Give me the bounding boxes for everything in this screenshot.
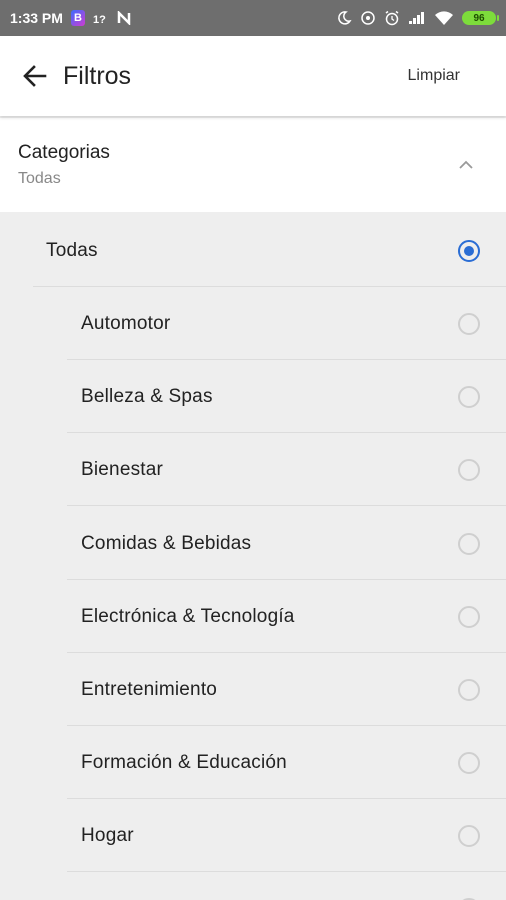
chevron-up-icon[interactable] — [456, 155, 476, 175]
signal-icon — [408, 11, 426, 25]
app-bar: Filtros Limpiar — [0, 36, 506, 116]
option-todas[interactable]: Todas — [33, 214, 506, 287]
option-label: Automotor — [81, 312, 171, 334]
status-left: 1:33 PM B 1? — [10, 10, 131, 26]
category-header[interactable]: Categorias Todas — [0, 118, 506, 212]
option-label: Entretenimiento — [81, 678, 218, 700]
wifi-icon — [434, 10, 454, 26]
alarm-icon — [384, 10, 400, 26]
option-partial[interactable] — [67, 872, 506, 900]
status-bar: 1:33 PM B 1? 96 — [0, 0, 506, 36]
back-button[interactable] — [15, 56, 55, 96]
option-formacion-educacion[interactable]: Formación & Educación — [67, 726, 506, 799]
option-label: Bienestar — [81, 458, 164, 480]
radio-button[interactable] — [458, 678, 480, 701]
radio-button[interactable] — [458, 824, 480, 847]
radio-button[interactable] — [458, 605, 480, 628]
option-belleza-spas[interactable]: Belleza & Spas — [67, 360, 506, 433]
option-automotor[interactable]: Automotor — [67, 287, 506, 360]
option-comidas-bebidas[interactable]: Comidas & Bebidas — [67, 507, 506, 580]
category-text: Categorias Todas — [18, 142, 110, 188]
moon-icon — [336, 10, 352, 26]
option-electronica-tecnologia[interactable]: Electrónica & Tecnología — [67, 580, 506, 653]
option-label: Belleza & Spas — [81, 385, 213, 407]
option-label: Formación & Educación — [81, 751, 287, 773]
n-icon — [117, 11, 131, 25]
option-hogar[interactable]: Hogar — [67, 799, 506, 872]
option-label: Comidas & Bebidas — [81, 532, 252, 554]
battery-icon: 96 — [462, 11, 499, 25]
option-label: Todas — [46, 239, 98, 261]
category-title: Categorias — [18, 142, 110, 163]
category-options-list: Todas Automotor Belleza & Spas Bienestar… — [0, 212, 506, 900]
divider — [67, 505, 506, 506]
option-bienestar[interactable]: Bienestar — [67, 433, 506, 506]
radio-button-checked[interactable] — [458, 239, 480, 262]
clear-button[interactable]: Limpiar — [408, 67, 460, 85]
radio-button[interactable] — [458, 751, 480, 774]
data-icon: 1? — [93, 11, 109, 25]
option-entretenimiento[interactable]: Entretenimiento — [67, 653, 506, 726]
category-selected-value: Todas — [18, 170, 61, 187]
radio-button[interactable] — [458, 385, 480, 408]
option-label: Hogar — [81, 824, 134, 846]
radio-button[interactable] — [458, 458, 480, 481]
sync-icon — [360, 10, 376, 26]
option-label: Electrónica & Tecnología — [81, 605, 295, 627]
page-title: Filtros — [63, 61, 132, 90]
notification-b-icon: B — [70, 10, 85, 26]
signal-text: 1? — [93, 14, 106, 25]
arrow-back-icon — [23, 65, 47, 87]
status-right: 96 — [336, 10, 499, 26]
radio-button[interactable] — [458, 312, 480, 335]
status-time: 1:33 PM — [10, 10, 63, 26]
radio-button[interactable] — [458, 532, 480, 555]
